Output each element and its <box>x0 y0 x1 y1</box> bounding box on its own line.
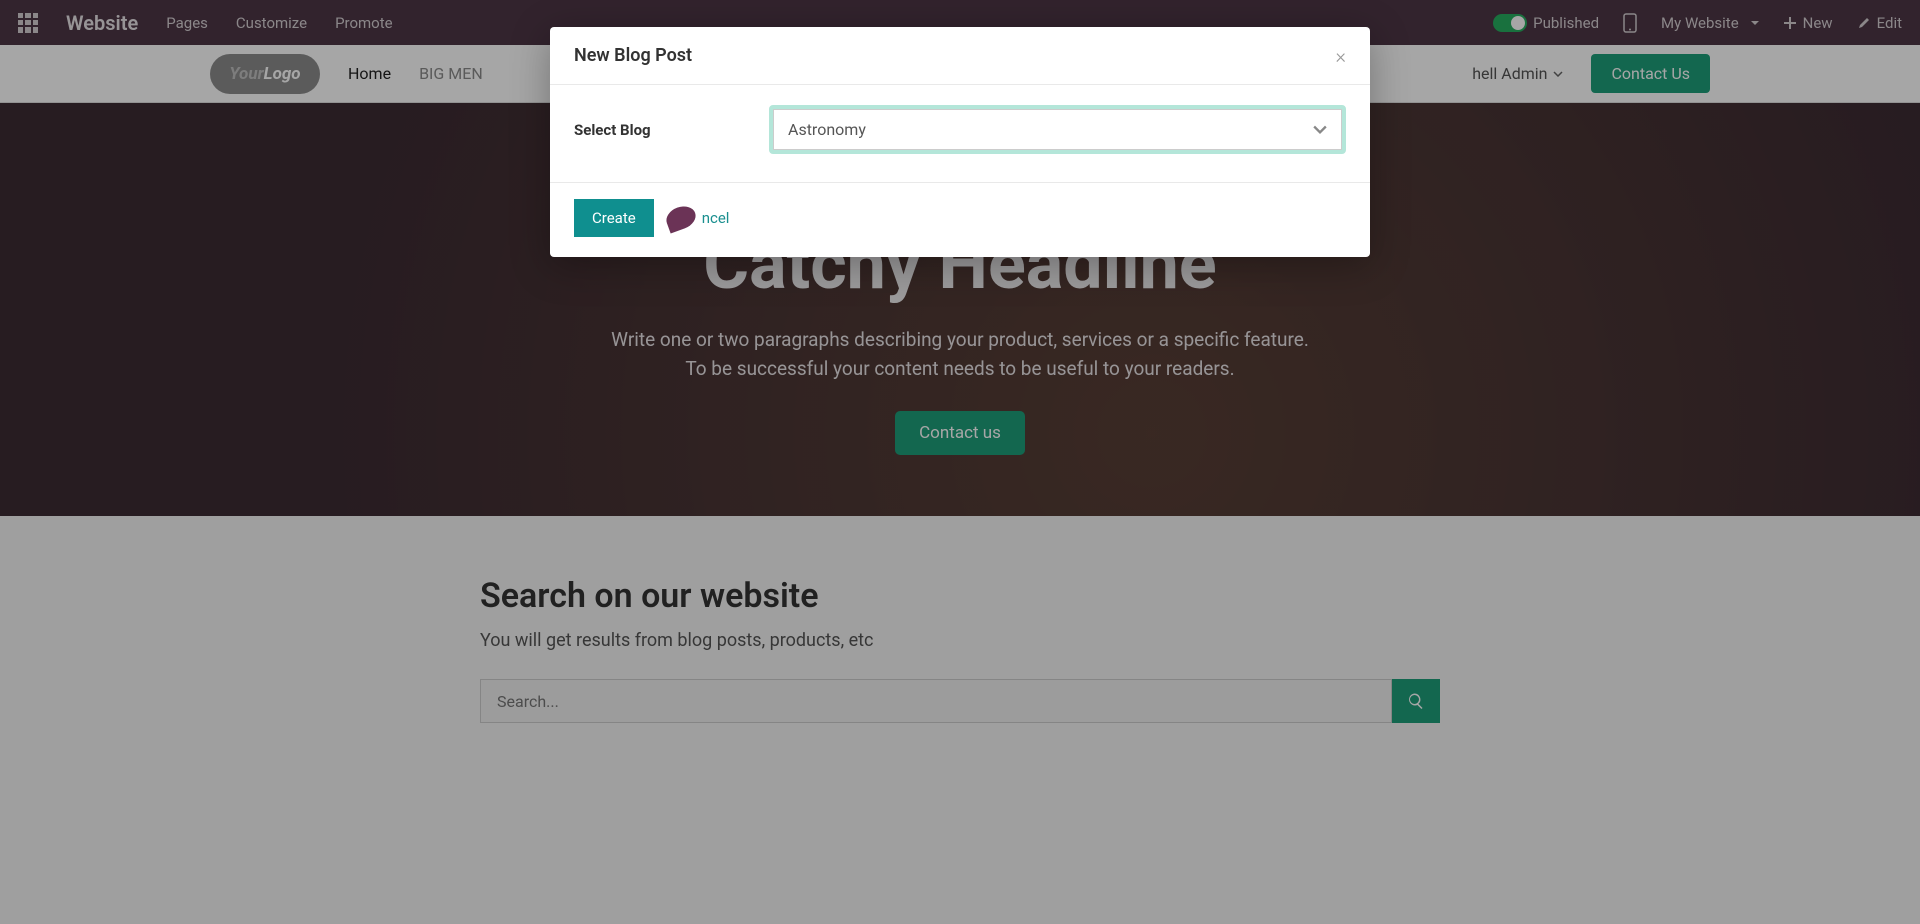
select-blog-label: Select Blog <box>574 121 769 139</box>
cursor-icon <box>663 203 699 234</box>
cancel-button[interactable]: ncel <box>702 209 730 227</box>
select-blog-field[interactable]: Astronomy <box>769 105 1346 154</box>
chevron-down-icon <box>1313 123 1327 137</box>
new-blog-post-modal: New Blog Post × Select Blog Astronomy Cr… <box>550 27 1370 257</box>
modal-close-button[interactable]: × <box>1336 46 1346 66</box>
create-button[interactable]: Create <box>574 199 654 237</box>
select-blog-value: Astronomy <box>788 120 866 139</box>
modal-title: New Blog Post <box>574 45 692 66</box>
